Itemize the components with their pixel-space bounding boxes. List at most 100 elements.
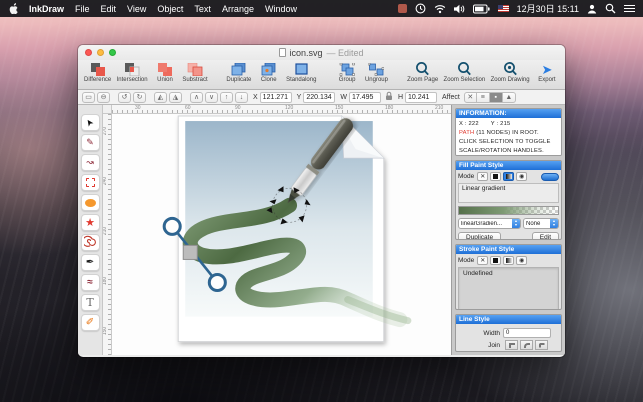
- text-tool[interactable]: T: [81, 294, 100, 311]
- menu-arrange[interactable]: Arrange: [222, 4, 254, 14]
- fill-mode-radial-button[interactable]: ◉: [516, 172, 527, 181]
- close-button[interactable]: [85, 49, 92, 56]
- group-button[interactable]: Group: [335, 62, 359, 83]
- lock-aspect-icon[interactable]: [385, 91, 393, 103]
- bezier-tool[interactable]: ↝: [81, 154, 100, 171]
- gradient-ref-dropdown[interactable]: None ▲▼: [523, 218, 559, 229]
- zoom-selection-button[interactable]: Zoom Selection: [444, 62, 486, 83]
- marker-tool[interactable]: ✐: [81, 314, 100, 331]
- stroke-panel-header[interactable]: Stroke Paint Style: [456, 245, 561, 254]
- h-field[interactable]: 10.241: [405, 92, 437, 103]
- affect-skew-button[interactable]: ≡: [477, 92, 490, 103]
- fill-mode-none-button[interactable]: ✕: [477, 172, 488, 181]
- select-tool[interactable]: ➤: [81, 114, 100, 131]
- menu-window[interactable]: Window: [265, 4, 297, 14]
- gradient-style-dropdown[interactable]: linearGradien... ▲▼: [458, 218, 521, 229]
- minimize-button[interactable]: [97, 49, 104, 56]
- duplicate-gradient-button[interactable]: Duplicate: [458, 232, 501, 239]
- spotlight-search-icon[interactable]: [605, 3, 616, 14]
- bring-to-front-button[interactable]: ∧: [190, 92, 203, 103]
- fill-color-pill[interactable]: [541, 173, 559, 181]
- clone-button[interactable]: Clone: [257, 62, 281, 83]
- difference-button[interactable]: Difference: [84, 62, 111, 83]
- artwork-canvas[interactable]: [103, 105, 451, 355]
- volume-icon[interactable]: [454, 4, 465, 14]
- join-bevel-button[interactable]: [535, 340, 548, 350]
- status-app-icon[interactable]: [398, 4, 407, 13]
- flip-vertical-button[interactable]: ◮: [169, 92, 182, 103]
- menu-edit[interactable]: Edit: [101, 4, 117, 14]
- w-field[interactable]: 17.495: [349, 92, 381, 103]
- rectangle-tool[interactable]: [81, 174, 100, 191]
- zoom-page-button[interactable]: Zoom Page: [407, 62, 438, 83]
- union-button[interactable]: Union: [153, 62, 177, 83]
- join-miter-button[interactable]: [505, 340, 518, 350]
- bring-forward-button[interactable]: ↑: [220, 92, 233, 103]
- gradient-end-handle[interactable]: [209, 274, 225, 290]
- input-language-flag-icon[interactable]: [498, 5, 509, 12]
- flip-horizontal-button[interactable]: ◭: [154, 92, 167, 103]
- node-edit-tool[interactable]: ✎: [81, 134, 100, 151]
- menu-view[interactable]: View: [127, 4, 146, 14]
- transform-reset-button[interactable]: ▭: [82, 92, 95, 103]
- x-field[interactable]: 121.271: [260, 92, 292, 103]
- transform-remove-button[interactable]: ⊖: [97, 92, 110, 103]
- gradient-preview[interactable]: [458, 206, 559, 215]
- information-header[interactable]: Information:: [456, 109, 561, 118]
- window-titlebar[interactable]: icon.svg — Edited: [78, 45, 565, 60]
- fill-panel-header[interactable]: Fill Paint Style: [456, 161, 561, 170]
- line-width-field[interactable]: 0: [503, 328, 551, 338]
- join-round-button[interactable]: [520, 340, 533, 350]
- scribble-tool[interactable]: ≈: [81, 274, 100, 291]
- send-backward-button[interactable]: ↓: [235, 92, 248, 103]
- fill-mode-solid-button[interactable]: [490, 172, 501, 181]
- y-field[interactable]: 220.134: [303, 92, 335, 103]
- star-tool-icon: ★: [85, 216, 95, 229]
- export-button[interactable]: ➤ Export: [535, 62, 559, 83]
- battery-icon[interactable]: [473, 4, 490, 14]
- stroke-mode-radial-button[interactable]: ◉: [516, 256, 527, 265]
- information-panel: Information: x : 222y : 215 Path (11 nod…: [455, 108, 562, 156]
- subtract-button[interactable]: Substract: [182, 62, 207, 83]
- ellipse-tool[interactable]: [81, 194, 100, 211]
- affect-scale-button[interactable]: ✕: [464, 92, 477, 103]
- user-icon[interactable]: [587, 4, 597, 14]
- gradient-type-label: Linear gradient: [462, 185, 505, 192]
- menu-datetime[interactable]: 12月30日 15:11: [517, 2, 579, 15]
- menu-app-name[interactable]: InkDraw: [29, 4, 64, 14]
- stroke-mode-solid-button[interactable]: [490, 256, 501, 265]
- pen-tool[interactable]: ✒: [81, 254, 100, 271]
- affect-selected-button[interactable]: ▪: [490, 92, 503, 103]
- send-to-back-button[interactable]: ∨: [205, 92, 218, 103]
- stroke-mode-gradient-button[interactable]: [503, 256, 514, 265]
- rotate-cw-button[interactable]: ↻: [133, 92, 146, 103]
- rotate-ccw-button[interactable]: ↺: [118, 92, 131, 103]
- intersection-button[interactable]: Intersection: [117, 62, 148, 83]
- ungroup-button[interactable]: Ungroup: [364, 62, 388, 83]
- y-label: Y: [297, 94, 302, 101]
- menu-bar: InkDraw File Edit View Object Text Arran…: [0, 0, 643, 17]
- spiral-tool[interactable]: [81, 234, 100, 251]
- zoom-button[interactable]: [109, 49, 116, 56]
- fill-mode-gradient-button[interactable]: [503, 172, 514, 181]
- standalone-button[interactable]: Standalong: [286, 62, 316, 83]
- star-tool[interactable]: ★: [81, 214, 100, 231]
- affect-move-button[interactable]: ▲: [503, 92, 516, 103]
- zoom-drawing-button[interactable]: Zoom Drawing: [491, 62, 530, 83]
- edit-gradient-button[interactable]: Edit: [532, 232, 559, 239]
- document-proxy-icon[interactable]: [279, 48, 286, 57]
- stroke-mode-none-button[interactable]: ✕: [477, 256, 488, 265]
- menu-file[interactable]: File: [75, 4, 90, 14]
- gradient-start-handle[interactable]: [164, 218, 180, 234]
- clock-status-icon[interactable]: [415, 3, 426, 14]
- wifi-icon[interactable]: [434, 4, 446, 14]
- gradient-type-box: Linear gradient: [458, 183, 559, 203]
- notification-center-icon[interactable]: [624, 4, 635, 13]
- gradient-midpoint-handle[interactable]: [183, 245, 197, 259]
- line-panel-header[interactable]: Line Style: [456, 315, 561, 324]
- menu-object[interactable]: Object: [157, 4, 183, 14]
- canvas-area[interactable]: 30 60 90 120 150 180 210 270 240 210 180…: [103, 105, 451, 355]
- menu-text[interactable]: Text: [194, 4, 211, 14]
- duplicate-button[interactable]: Duplicate: [226, 62, 251, 83]
- apple-menu-icon[interactable]: [8, 2, 18, 16]
